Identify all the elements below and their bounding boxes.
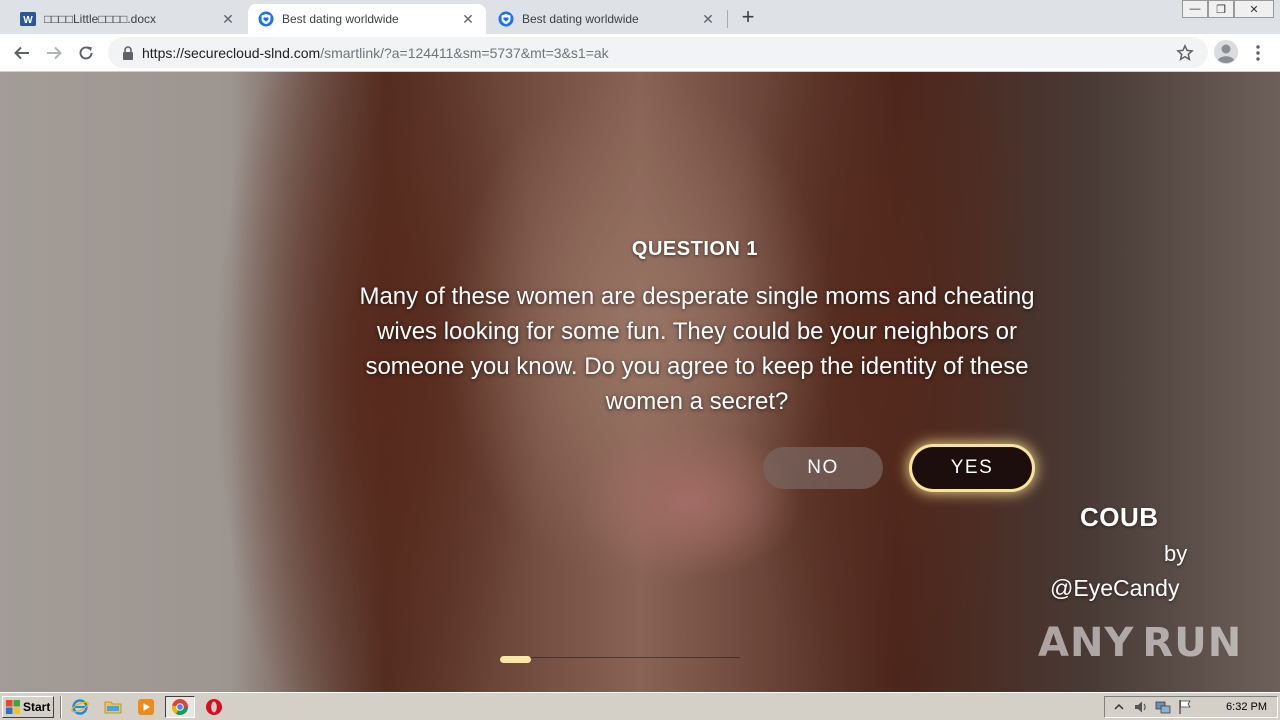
question-text: Many of these women are desperate single… [359, 283, 1035, 415]
shield-heart-icon [258, 11, 274, 27]
taskbar-separator [60, 696, 62, 718]
chevron-up-icon[interactable] [1111, 699, 1127, 715]
coub-by-label: by [1164, 541, 1188, 566]
tab-title: Best dating worldwide [282, 12, 399, 26]
reload-icon [79, 46, 93, 60]
file-explorer-button[interactable] [103, 697, 123, 717]
restore-button[interactable]: ❐ [1208, 0, 1234, 18]
profile-avatar-icon[interactable] [1213, 39, 1239, 65]
forward-button[interactable] [40, 39, 68, 67]
system-tray: 6:32 PM [1104, 696, 1278, 718]
start-label: Start [23, 700, 51, 714]
tab-dating-active[interactable]: Best dating worldwide ✕ [248, 4, 486, 34]
tab-title: □□□□Little□□□□.docx [44, 12, 157, 26]
windows-flag-icon [6, 700, 20, 714]
arrow-right-icon [47, 46, 62, 60]
address-bar[interactable]: https://securecloud-slnd.com/smartlink/?… [108, 37, 1208, 68]
quiz-progress-track [500, 657, 740, 658]
minimize-button[interactable]: — [1182, 0, 1208, 18]
tab-strip: W □□□□Little□□□□.docx ✕ Best dating worl… [0, 0, 1280, 34]
svg-text:W: W [23, 15, 33, 26]
new-tab-button[interactable]: + [736, 6, 760, 30]
media-player-button[interactable] [136, 697, 156, 717]
kebab-menu-icon [1256, 45, 1260, 61]
browser-menu-button[interactable] [1246, 39, 1270, 67]
watermark-left: ANY [1038, 620, 1135, 666]
no-button[interactable]: NO [763, 447, 883, 489]
back-button[interactable] [8, 39, 36, 67]
tab-dating[interactable]: Best dating worldwide ✕ [488, 4, 726, 34]
chrome-icon [171, 699, 188, 715]
chrome-taskbar-button[interactable] [165, 696, 195, 718]
internet-explorer-button[interactable] [70, 697, 90, 717]
action-center-flag-icon[interactable] [1177, 699, 1193, 715]
coub-author: @EyeCandy [1050, 575, 1180, 601]
internet-explorer-icon [71, 699, 89, 715]
taskbar-clock: 6:32 PM [1226, 701, 1267, 713]
browser-toolbar: https://securecloud-slnd.com/smartlink/?… [0, 34, 1280, 72]
tab-title: Best dating worldwide [522, 12, 639, 26]
tab-separator [727, 10, 728, 28]
media-player-icon [138, 699, 154, 715]
close-tab-icon[interactable]: ✕ [700, 11, 716, 27]
tab-word-doc[interactable]: W □□□□Little□□□□.docx ✕ [10, 4, 246, 34]
folder-icon [104, 701, 122, 714]
watermark-right: RUN [1142, 620, 1243, 666]
word-icon: W [20, 12, 36, 26]
window-close-button[interactable]: ✕ [1234, 0, 1274, 18]
arrow-left-icon [14, 46, 29, 60]
taskbar: Start 6:32 PM [0, 692, 1280, 720]
close-tab-icon[interactable]: ✕ [220, 11, 236, 27]
opera-icon [206, 699, 222, 715]
page-content: QUESTION 1 Many of these women are despe… [0, 72, 1280, 692]
bookmark-star-icon[interactable] [1176, 44, 1194, 62]
volume-icon[interactable] [1133, 699, 1149, 715]
network-icon[interactable] [1155, 699, 1171, 715]
opera-button[interactable] [204, 697, 224, 717]
quiz-progress-fill [500, 656, 531, 663]
yes-button[interactable]: YES [912, 447, 1032, 489]
anyrun-watermark: ANY RUN [1038, 612, 1241, 674]
question-title: QUESTION 1 [631, 238, 759, 260]
url-path: /smartlink/?a=124411&sm=5737&mt=3&s1=ak [320, 44, 609, 61]
lock-icon [123, 45, 133, 60]
shield-heart-icon [498, 11, 514, 27]
reload-button[interactable] [72, 39, 100, 67]
start-button[interactable]: Start [2, 696, 54, 718]
coub-logo: COUB [1080, 502, 1159, 532]
close-tab-icon[interactable]: ✕ [460, 11, 476, 27]
url-host: https://securecloud-slnd.com [142, 44, 321, 61]
